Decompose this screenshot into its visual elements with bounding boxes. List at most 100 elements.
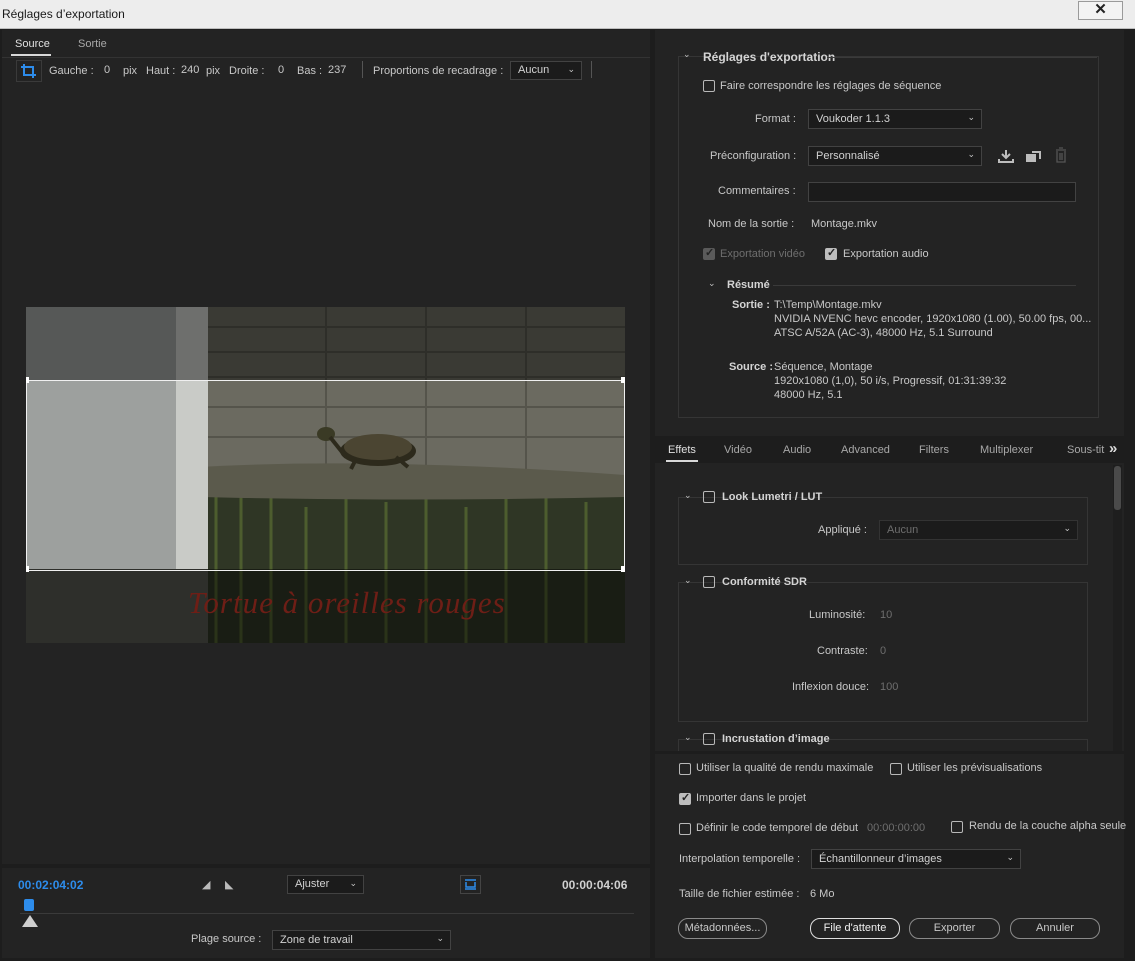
close-button[interactable]: ✕ [1078, 1, 1123, 20]
crop-handle[interactable] [26, 566, 29, 572]
crop-top-value[interactable]: 240 [181, 64, 199, 76]
chevron-down-icon[interactable]: ⌄ [708, 278, 716, 289]
start-timecode-label: Définir le code temporel de début [696, 822, 859, 834]
output-summary-label: Sortie : [732, 299, 770, 311]
duration-timecode: 00:00:04:06 [562, 878, 628, 892]
applied-label: Appliqué : [818, 524, 867, 536]
chevron-down-icon: ⌄ [1006, 852, 1014, 862]
crop-handle[interactable] [26, 377, 29, 383]
previews-label: Utiliser les prévisualisations [907, 762, 1043, 774]
chevron-down-icon: ⌄ [436, 933, 444, 943]
overlay-checkbox[interactable] [703, 733, 715, 745]
alpha-only-checkbox[interactable] [951, 821, 963, 833]
export-video-checkbox[interactable] [703, 246, 715, 260]
crop-bottom-label: Bas : [297, 65, 323, 77]
import-project-checkbox[interactable] [679, 791, 691, 805]
interp-dropdown[interactable]: Échantillonneur d’images ⌄ [811, 849, 1021, 869]
range-dropdown[interactable]: Zone de travail ⌄ [272, 930, 451, 950]
preset-label: Préconfiguration : [710, 150, 797, 162]
brightness-value[interactable]: 10 [880, 609, 892, 621]
crop-ratio-dropdown[interactable]: Aucun ⌄ [510, 61, 582, 80]
knee-value[interactable]: 100 [880, 681, 898, 693]
comments-input[interactable] [808, 182, 1076, 202]
range-value: Zone de travail [280, 934, 353, 946]
chevron-down-icon: ⌄ [567, 64, 575, 74]
zoom-dropdown[interactable]: Ajuster ⌄ [287, 875, 364, 894]
crop-bottom-value[interactable]: 237 [328, 64, 346, 76]
lumetri-checkbox[interactable] [703, 491, 715, 503]
scrollbar-thumb[interactable] [1114, 466, 1121, 510]
applied-dropdown[interactable]: Aucun ⌄ [879, 520, 1078, 540]
import-project-label: Importer dans le projet [696, 792, 807, 804]
divider [773, 285, 1076, 286]
divider [362, 61, 363, 78]
export-audio-checkbox[interactable] [825, 246, 837, 260]
preset-value: Personnalisé [816, 150, 880, 162]
tab-sortie[interactable]: Sortie [78, 38, 107, 50]
more-tabs-icon[interactable]: » [1109, 440, 1117, 457]
crop-right-label: Droite : [229, 65, 265, 77]
queue-button[interactable]: File d'attente [810, 918, 900, 939]
source-summary-line: 1920x1080 (1,0), 50 i/s, Progressif, 01:… [774, 375, 1007, 387]
crop-right-value[interactable]: 0 [278, 64, 284, 76]
crop-left-label: Gauche : [49, 65, 94, 77]
knee-label: Inflexion douce: [792, 681, 870, 693]
chevron-down-icon[interactable]: ⌄ [684, 575, 692, 586]
timeline-track[interactable] [20, 913, 634, 914]
output-summary-line: T:\Temp\Montage.mkv [774, 299, 882, 311]
source-summary-line: 48000 Hz, 5.1 [774, 389, 843, 401]
start-timecode-checkbox[interactable] [679, 823, 691, 835]
chevron-down-icon[interactable]: ⌄ [684, 490, 692, 501]
delete-preset-icon[interactable] [1054, 147, 1068, 164]
export-audio-label: Exportation audio [843, 248, 929, 260]
output-name-link[interactable]: Montage.mkv [811, 218, 877, 230]
tab-advanced[interactable]: Advanced [841, 444, 890, 456]
start-timecode-value[interactable]: 00:00:00:00 [867, 822, 925, 834]
tab-audio[interactable]: Audio [783, 444, 811, 456]
mark-in-icon[interactable]: ◢ [202, 878, 210, 891]
filesize-value: 6 Mo [810, 888, 835, 900]
tab-filters[interactable]: Filters [919, 444, 949, 456]
import-preset-icon[interactable] [1024, 148, 1042, 164]
crop-handle[interactable] [621, 566, 625, 572]
chevron-down-icon[interactable]: ⌄ [684, 732, 692, 743]
contrast-value[interactable]: 0 [880, 645, 886, 657]
applied-value: Aucun [887, 524, 919, 536]
sdr-checkbox[interactable] [703, 576, 715, 588]
tab-video[interactable]: Vidéo [724, 444, 752, 456]
source-summary-line: Séquence, Montage [774, 361, 873, 373]
chevron-down-icon[interactable]: ⌄ [683, 49, 691, 60]
max-quality-checkbox[interactable] [679, 763, 691, 775]
tab-source[interactable]: Source [15, 38, 50, 50]
title-bar: Réglages d’exportation ✕ [0, 0, 1135, 29]
fit-icon[interactable] [460, 875, 481, 894]
cancel-button[interactable]: Annuler [1010, 918, 1100, 939]
interp-value: Échantillonneur d’images [819, 853, 942, 865]
crop-frame[interactable] [26, 380, 625, 571]
previews-checkbox[interactable] [890, 763, 902, 775]
format-dropdown[interactable]: Voukoder 1.1.3 ⌄ [808, 109, 982, 129]
mark-out-icon[interactable]: ◣ [225, 878, 233, 891]
divider [827, 57, 1097, 58]
tab-subtitles[interactable]: Sous-tit [1067, 444, 1104, 456]
save-preset-icon[interactable] [997, 148, 1015, 164]
playhead-icon[interactable] [24, 899, 34, 911]
divider [2, 57, 650, 58]
preset-dropdown[interactable]: Personnalisé ⌄ [808, 146, 982, 166]
interp-label: Interpolation temporelle : [679, 853, 801, 865]
crop-unit: pix [123, 65, 138, 77]
tab-multiplexer[interactable]: Multiplexer [980, 444, 1033, 456]
overlay-title: Incrustation d’image [722, 733, 830, 745]
format-label: Format : [755, 113, 796, 125]
current-timecode[interactable]: 00:02:04:02 [18, 878, 83, 892]
export-button[interactable]: Exporter [909, 918, 1000, 939]
tab-effets[interactable]: Effets [668, 444, 696, 456]
crop-icon[interactable] [16, 60, 42, 82]
match-sequence-checkbox[interactable] [703, 80, 715, 92]
range-start-icon[interactable] [20, 913, 40, 929]
window-title: Réglages d’exportation [2, 7, 125, 21]
metadata-button[interactable]: Métadonnées... [678, 918, 767, 939]
crop-handle[interactable] [621, 377, 625, 383]
video-preview[interactable]: Tortue à oreilles rouges [26, 307, 625, 643]
crop-left-value[interactable]: 0 [104, 64, 110, 76]
